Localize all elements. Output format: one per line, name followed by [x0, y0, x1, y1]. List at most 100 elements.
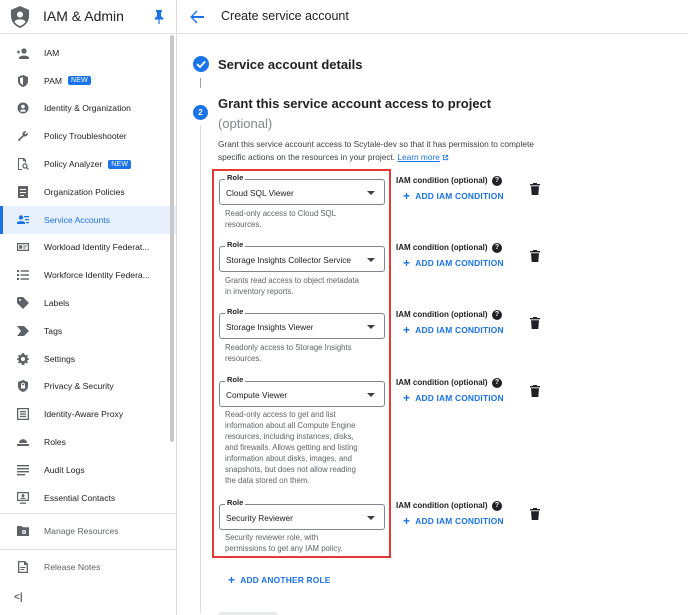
role-select-value: Storage Insights Viewer: [226, 322, 314, 332]
help-icon[interactable]: ?: [492, 501, 502, 511]
help-icon[interactable]: ?: [492, 176, 502, 186]
plus-icon: +: [403, 391, 411, 405]
delete-role-trash-icon[interactable]: [530, 508, 540, 520]
sidebar-item-labels[interactable]: Labels: [0, 289, 176, 317]
role-select[interactable]: Role Storage Insights Collector Service: [219, 240, 385, 272]
lines-icon: [16, 463, 30, 477]
sidebar-item-essential-contacts[interactable]: Essential Contacts: [0, 484, 176, 512]
id-card-icon: [16, 240, 30, 254]
external-link-icon: [442, 154, 448, 161]
add-iam-condition-label: ADD IAM CONDITION: [415, 393, 504, 403]
role-select-label: Role: [225, 240, 246, 249]
add-iam-condition-button[interactable]: + ADD IAM CONDITION: [403, 256, 504, 270]
sidebar-item-pam[interactable]: PAM NEW: [0, 67, 176, 95]
sidebar-item-labels-label: Labels: [44, 298, 70, 309]
step1-title[interactable]: Service account details: [218, 57, 363, 72]
sidebar-item-policy-analyzer[interactable]: Policy Analyzer NEW: [0, 150, 176, 178]
role-select[interactable]: Role Compute Viewer: [219, 375, 385, 407]
sidebar-item-release-notes-label: Release Notes: [44, 562, 101, 573]
sidebar-item-audit-logs-label: Audit Logs: [44, 464, 85, 475]
add-iam-condition-label: ADD IAM CONDITION: [415, 191, 504, 201]
sidebar-item-roles[interactable]: Roles: [0, 428, 176, 456]
sidebar-item-pam-label: PAM: [44, 75, 62, 86]
role-select-value: Cloud SQL Viewer: [226, 188, 294, 198]
sidebar-item-settings[interactable]: Settings: [0, 345, 176, 373]
help-icon[interactable]: ?: [492, 378, 502, 388]
notes-icon: [16, 560, 30, 574]
pin-icon[interactable]: [154, 10, 164, 24]
sidebar-item-service-accounts[interactable]: Service Accounts: [0, 205, 176, 234]
stepper-connector: [200, 78, 201, 88]
caret-down-icon: [367, 258, 375, 262]
plus-icon: +: [403, 189, 411, 203]
contact-icon: [16, 491, 30, 505]
role-select[interactable]: Role Cloud SQL Viewer: [219, 173, 385, 205]
chevron-tag-icon: [16, 324, 30, 338]
list-icon: [16, 268, 30, 282]
collapse-sidebar-icon[interactable]: <|: [14, 592, 23, 603]
sidebar-scrollbar[interactable]: [170, 35, 174, 442]
step2-description: Grant this service account access to Scy…: [218, 138, 538, 164]
iam-shield-logo-icon: [11, 6, 29, 28]
sidebar-item-manage-resources-label: Manage Resources: [44, 526, 119, 537]
sidebar-item-roles-label: Roles: [44, 437, 66, 448]
sidebar-item-policy-troubleshooter[interactable]: Policy Troubleshooter: [0, 122, 176, 150]
role-description: Security reviewer role, with permissions…: [225, 533, 343, 553]
sidebar-divider: [0, 512, 176, 514]
service-account-icon: [16, 213, 30, 227]
step2-description-text: Grant this service account access to Scy…: [218, 139, 534, 162]
sidebar-item-audit-logs[interactable]: Audit Logs: [0, 456, 176, 484]
caret-down-icon: [367, 325, 375, 329]
shield-lock-icon: [16, 379, 30, 393]
sidebar-item-tags[interactable]: Tags: [0, 317, 176, 345]
delete-role-trash-icon[interactable]: [530, 317, 540, 329]
delete-role-trash-icon[interactable]: [530, 385, 540, 397]
sidebar-item-workload-identity-label: Workload Identity Federat...: [44, 242, 150, 253]
sidebar-item-iam-label: IAM: [44, 47, 60, 58]
sidebar-item-privacy-security[interactable]: Privacy & Security: [0, 373, 176, 401]
plus-icon: +: [228, 573, 236, 587]
sidebar-divider: [0, 548, 176, 550]
add-iam-condition-button[interactable]: + ADD IAM CONDITION: [403, 391, 504, 405]
role-description: Readonly access to Storage Insights reso…: [225, 343, 352, 363]
help-icon[interactable]: ?: [492, 243, 502, 253]
role-select[interactable]: Role Storage Insights Viewer: [219, 307, 385, 339]
sidebar-item-identity-aware-proxy[interactable]: Identity-Aware Proxy: [0, 400, 176, 428]
delete-role-trash-icon[interactable]: [530, 250, 540, 262]
iam-condition-label: IAM condition (optional): [396, 243, 488, 252]
sidebar-item-release-notes[interactable]: Release Notes: [0, 551, 176, 584]
sidebar-item-organization-policies[interactable]: Organization Policies: [0, 178, 176, 206]
delete-role-trash-icon[interactable]: [530, 183, 540, 195]
add-iam-condition-button[interactable]: + ADD IAM CONDITION: [403, 514, 504, 528]
sidebar-item-organization-policies-label: Organization Policies: [44, 186, 125, 197]
iam-condition-label: IAM condition (optional): [396, 501, 488, 510]
person-add-icon: [16, 46, 30, 60]
sidebar-item-identity-organization[interactable]: Identity & Organization: [0, 95, 176, 123]
add-iam-condition-button[interactable]: + ADD IAM CONDITION: [403, 323, 504, 337]
sidebar-item-workforce-identity[interactable]: Workforce Identity Federa...: [0, 261, 176, 289]
add-iam-condition-button[interactable]: + ADD IAM CONDITION: [403, 189, 504, 203]
plus-icon: +: [403, 256, 411, 270]
step2-subtitle: (optional): [218, 116, 273, 131]
add-another-role-button[interactable]: + ADD ANOTHER ROLE: [228, 573, 331, 587]
top-bar: Create service account: [177, 0, 688, 34]
proxy-icon: [16, 407, 30, 421]
sidebar-nav: IAM PAM NEW Identity & Organization Policy T…: [0, 39, 176, 584]
help-icon[interactable]: ?: [492, 310, 502, 320]
new-badge: NEW: [67, 76, 91, 86]
app-title: IAM & Admin: [43, 8, 124, 24]
sidebar-item-workforce-identity-label: Workforce Identity Federa...: [44, 270, 150, 281]
folder-gear-icon: [16, 524, 30, 538]
add-iam-condition-label: ADD IAM CONDITION: [415, 258, 504, 268]
sidebar-item-manage-resources[interactable]: Manage Resources: [0, 515, 176, 548]
sidebar-item-workload-identity[interactable]: Workload Identity Federat...: [0, 234, 176, 262]
sidebar-item-settings-label: Settings: [44, 353, 76, 364]
step2-title: Grant this service account access to pro…: [218, 96, 492, 111]
sidebar-item-iam[interactable]: IAM: [0, 39, 176, 67]
learn-more-link[interactable]: Learn more: [397, 152, 448, 162]
iam-condition-label: IAM condition (optional): [396, 378, 488, 387]
caret-down-icon: [367, 516, 375, 520]
back-arrow-icon[interactable]: [189, 9, 205, 25]
role-select[interactable]: Role Security Reviewer: [219, 498, 385, 530]
role-select-label: Role: [225, 307, 246, 316]
